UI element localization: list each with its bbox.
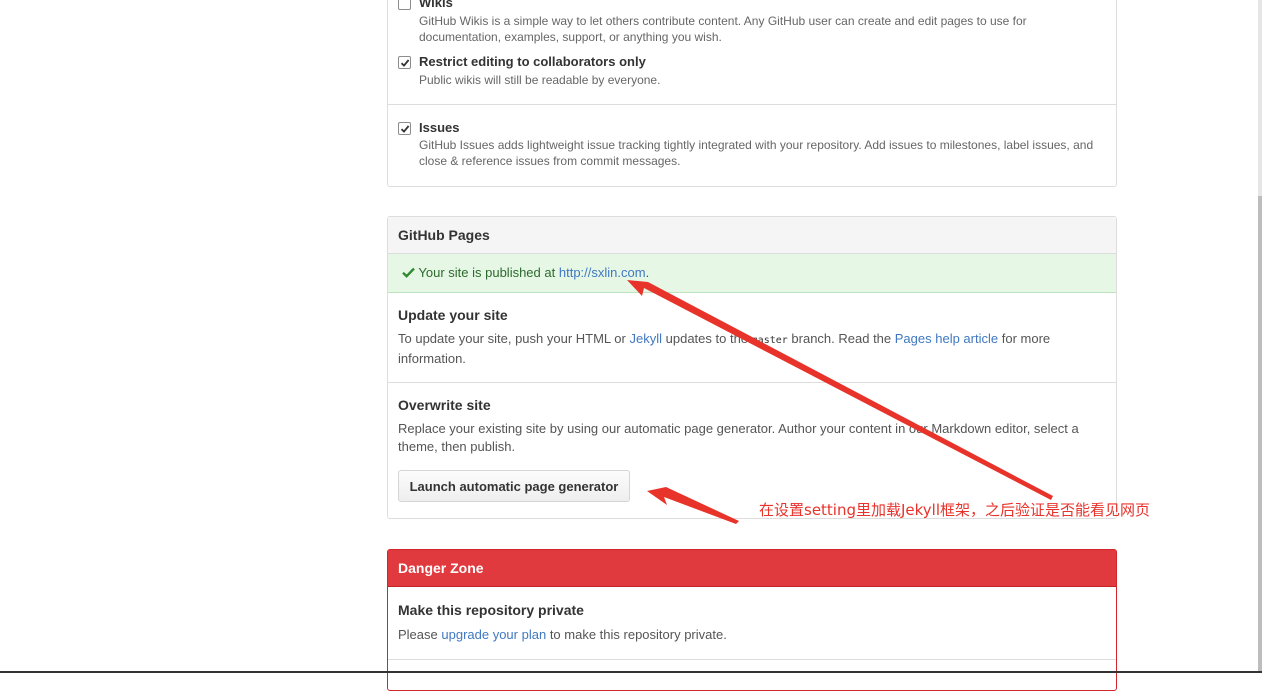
check-icon xyxy=(400,125,410,133)
annotation-text: 在设置setting里加载Jekyll框架，之后验证是否能看见网页 xyxy=(759,501,1151,519)
private-text-1: Please xyxy=(398,627,438,642)
published-url-link[interactable]: http://sxlin.com xyxy=(559,265,646,280)
update-text-2: updates to the xyxy=(665,331,749,346)
make-private-description: Please upgrade your plan to make this re… xyxy=(398,626,1096,644)
published-prefix: Your site is published at xyxy=(418,265,556,280)
restrict-editing-title: Restrict editing to collaborators only xyxy=(419,54,646,69)
issues-checkbox[interactable] xyxy=(398,122,411,135)
github-pages-panel: GitHub Pages Your site is published at h… xyxy=(387,216,1117,519)
overwrite-site-title: Overwrite site xyxy=(398,397,491,413)
update-site-title: Update your site xyxy=(398,307,508,323)
master-branch-code: master xyxy=(751,335,788,346)
update-text-3: branch. Read the xyxy=(791,331,892,346)
scrollbar-thumb[interactable] xyxy=(1258,196,1262,673)
features-divider xyxy=(388,104,1116,105)
pages-divider xyxy=(388,382,1116,383)
jekyll-link[interactable]: Jekyll xyxy=(629,331,662,346)
published-suffix: . xyxy=(645,265,650,280)
wikis-description: GitHub Wikis is a simple way to let othe… xyxy=(419,14,1027,44)
private-text-2: to make this repository private. xyxy=(549,627,727,642)
danger-divider xyxy=(388,659,1116,660)
danger-zone-header: Danger Zone xyxy=(388,550,1116,587)
checkmark-icon xyxy=(402,267,415,278)
published-notice: Your site is published at http://sxlin.c… xyxy=(388,254,1116,293)
feature-issues: Issues GitHub Issues adds lightweight is… xyxy=(398,120,1106,170)
feature-restrict-editing: Restrict editing to collaborators only P… xyxy=(398,54,1106,88)
overwrite-site-description: Replace your existing site by using our … xyxy=(398,421,1079,454)
upgrade-plan-link[interactable]: upgrade your plan xyxy=(441,627,546,642)
launch-page-generator-button[interactable]: Launch automatic page generator xyxy=(398,470,630,502)
wikis-checkbox[interactable] xyxy=(398,0,411,10)
restrict-editing-description: Public wikis will still be readable by e… xyxy=(419,73,661,87)
wikis-title: Wikis xyxy=(419,0,453,10)
check-icon xyxy=(400,59,410,67)
page-scrollbar[interactable] xyxy=(1258,0,1262,673)
restrict-editing-checkbox[interactable] xyxy=(398,56,411,69)
pages-help-link[interactable]: Pages help article xyxy=(895,331,998,346)
update-text-1: To update your site, push your HTML or xyxy=(398,331,626,346)
danger-zone-panel: Danger Zone Make this repository private… xyxy=(387,549,1117,691)
make-private-title: Make this repository private xyxy=(398,602,584,618)
issues-description: GitHub Issues adds lightweight issue tra… xyxy=(419,138,1094,168)
features-panel: Wikis GitHub Wikis is a simple way to le… xyxy=(387,0,1117,187)
feature-wikis: Wikis GitHub Wikis is a simple way to le… xyxy=(398,0,1106,44)
update-site-description: To update your site, push your HTML or J… xyxy=(398,330,1096,368)
github-pages-header: GitHub Pages xyxy=(388,217,1116,254)
issues-title: Issues xyxy=(419,120,460,135)
